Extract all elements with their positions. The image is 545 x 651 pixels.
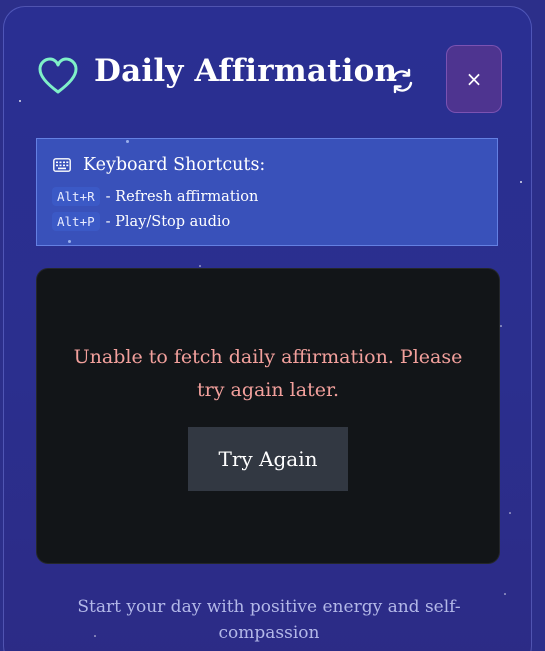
star [19,100,21,102]
heart-icon [38,57,78,94]
try-again-button[interactable]: Try Again [188,427,348,491]
error-message: Unable to fetch daily affirmation. Pleas… [73,346,463,401]
header: Daily Affirmation × [38,39,508,113]
affirmation-panel: Daily Affirmation × Keyboard Shortcuts: … [3,6,532,651]
tagline: Start your day with positive energy and … [77,597,461,643]
star [500,325,502,327]
star [520,181,522,183]
shortcuts-header: Keyboard Shortcuts: [53,155,265,175]
refresh-icon [391,68,413,94]
keyboard-icon [53,158,71,172]
star [199,265,201,267]
shortcut-key: Alt+R [52,187,100,206]
close-button[interactable]: × [446,45,502,113]
shortcut-description: - Refresh affirmation [105,188,259,205]
keyboard-shortcuts-box: Keyboard Shortcuts: Alt+R - Refresh affi… [36,138,498,246]
shortcut-description: - Play/Stop audio [105,213,231,230]
shortcut-item: Alt+P - Play/Stop audio [52,212,230,231]
page-title: Daily Affirmation [94,53,398,89]
shortcuts-title: Keyboard Shortcuts: [83,155,266,175]
refresh-button[interactable] [384,63,420,99]
shortcut-key: Alt+P [52,212,100,231]
star [509,512,511,514]
error-card: Unable to fetch daily affirmation. Pleas… [36,268,500,564]
shortcut-item: Alt+R - Refresh affirmation [52,187,258,206]
star [504,593,506,595]
